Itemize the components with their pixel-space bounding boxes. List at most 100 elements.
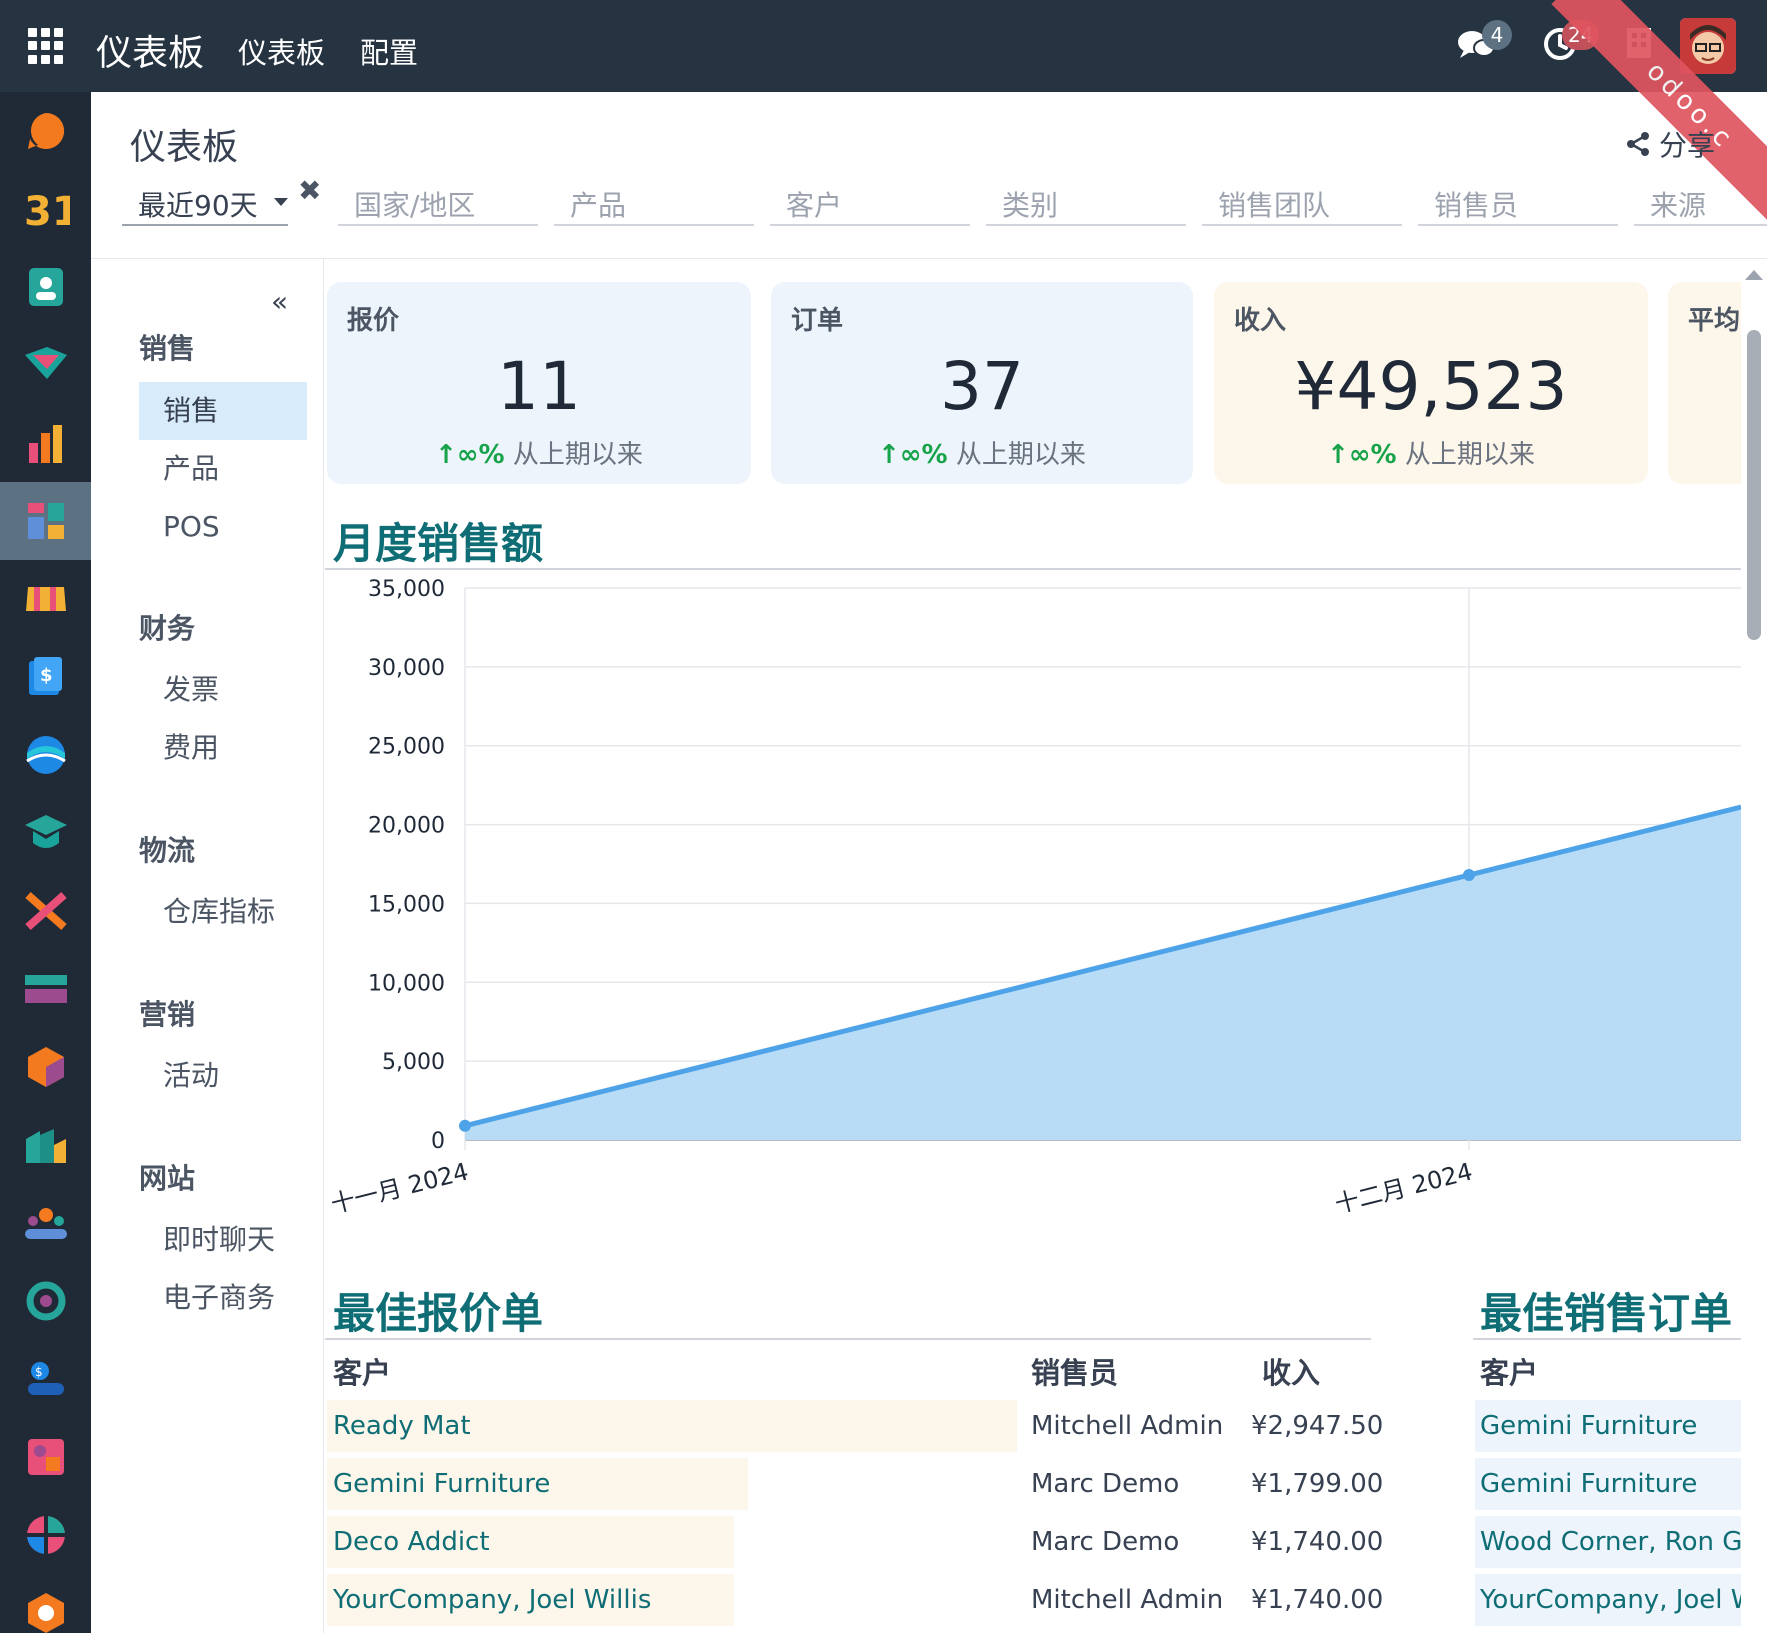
monthly-sales-title: 月度销售额 <box>333 519 544 568</box>
filter-customer[interactable]: 客户 <box>770 178 970 226</box>
order-customer-link[interactable]: Gemini Furniture <box>1480 1400 1697 1452</box>
filter-country[interactable]: 国家/地区 <box>338 178 538 226</box>
crm-app-icon[interactable] <box>0 326 91 404</box>
kpi-value: 11 <box>497 348 581 425</box>
manufacturing-app-icon[interactable] <box>0 1106 91 1184</box>
surveys-app-icon[interactable] <box>0 1262 91 1340</box>
quote-revenue: ¥2,947.50 <box>1251 1411 1384 1441</box>
header-divider <box>91 258 1767 259</box>
kpi-trend: ↑∞% 从上期以来 <box>878 440 1086 470</box>
elearning-app-icon[interactable] <box>0 794 91 872</box>
kpi-title: 收入 <box>1234 306 1287 336</box>
best-orders-title: 最佳销售订单 <box>1480 1289 1733 1338</box>
company-icon[interactable] <box>1624 26 1654 64</box>
expenses-app-icon[interactable] <box>0 872 91 950</box>
kpi-card-orders[interactable]: 订单 37 ↑∞% 从上期以来 <box>771 282 1193 484</box>
sales-app-icon[interactable] <box>0 404 91 482</box>
user-avatar[interactable] <box>1680 18 1736 74</box>
kpi-trend: ↑∞% 从上期以来 <box>1327 440 1535 470</box>
y-tick-label: 10,000 <box>368 971 445 996</box>
chart-x-axis: 十一月 2024 十二月 2024 <box>328 1157 1475 1218</box>
share-icon <box>1627 132 1649 156</box>
y-tick-label: 15,000 <box>368 892 445 917</box>
dashboards-app-icon[interactable] <box>0 482 91 560</box>
app-dock: 31 $ $ <box>0 92 91 1633</box>
order-customer-link[interactable]: Wood Corner, Ron Gibson <box>1480 1516 1741 1568</box>
kpi-title: 订单 <box>791 306 844 336</box>
calendar-app-icon[interactable]: 31 <box>0 170 91 248</box>
scroll-thumb[interactable] <box>1747 330 1761 640</box>
share-label: 分享 <box>1659 129 1716 162</box>
quote-customer-link[interactable]: Gemini Furniture <box>333 1458 550 1510</box>
collapse-sidebar-icon[interactable]: « <box>271 285 288 318</box>
nav-item-live-chat[interactable]: 即时聊天 <box>139 1211 307 1269</box>
nav-group-sales: 销售 <box>139 332 196 365</box>
col-salesperson: 销售员 <box>1031 1356 1119 1390</box>
nav-item-pos[interactable]: POS <box>139 498 307 556</box>
kpi-trend: ↑∞% 从上期以来 <box>435 440 643 470</box>
settings-app-icon[interactable] <box>0 1574 91 1633</box>
nav-item-products[interactable]: 产品 <box>139 440 307 498</box>
project-app-icon[interactable] <box>0 1496 91 1574</box>
y-tick-label: 30,000 <box>368 656 445 681</box>
nav-item-invoices[interactable]: 发票 <box>139 661 307 719</box>
discuss-app-icon[interactable] <box>0 92 91 170</box>
apps-menu-icon[interactable] <box>28 28 64 64</box>
filter-salesperson[interactable]: 销售员 <box>1418 178 1618 226</box>
quote-revenue: ¥1,740.00 <box>1251 1585 1384 1615</box>
section-divider <box>325 1338 1371 1340</box>
top-navbar: 仪表板 仪表板 配置 4 24 <box>0 0 1767 92</box>
invoicing-app-icon[interactable]: $ <box>0 638 91 716</box>
quote-customer-link[interactable]: Deco Addict <box>333 1516 490 1568</box>
employees-app-icon[interactable] <box>0 1184 91 1262</box>
order-customer-link[interactable]: YourCompany, Joel Willis <box>1480 1574 1741 1626</box>
nav-item-events[interactable]: 活动 <box>139 1047 307 1105</box>
kpi-card-average[interactable]: 平均 <box>1668 282 1741 484</box>
quote-salesperson: Mitchell Admin <box>1031 1585 1224 1615</box>
inventory-app-icon[interactable] <box>0 1028 91 1106</box>
data-point[interactable] <box>1463 869 1475 882</box>
y-tick-label: 20,000 <box>368 814 445 839</box>
nav-item-warehouse-metrics[interactable]: 仓库指标 <box>139 883 307 941</box>
app-brand[interactable]: 仪表板 <box>96 24 204 76</box>
menu-dashboard[interactable]: 仪表板 <box>238 30 325 72</box>
svg-text:$: $ <box>40 665 53 686</box>
payroll-app-icon[interactable]: $ <box>0 1340 91 1418</box>
filter-source[interactable]: 来源 <box>1634 178 1767 226</box>
clear-filter-icon[interactable]: ✖ <box>298 174 321 207</box>
filter-sales-team[interactable]: 销售团队 <box>1202 178 1402 226</box>
activities-badge: 24 <box>1562 20 1600 50</box>
nav-item-expenses[interactable]: 费用 <box>139 719 307 777</box>
quote-customer-link[interactable]: Ready Mat <box>333 1400 471 1452</box>
y-tick-label: 35,000 <box>368 577 445 602</box>
nav-item-ecommerce[interactable]: 电子商务 <box>139 1269 307 1327</box>
order-customer-link[interactable]: Gemini Furniture <box>1480 1458 1697 1510</box>
contacts-app-icon[interactable] <box>0 248 91 326</box>
data-point[interactable] <box>459 1119 471 1132</box>
kpi-card-revenue[interactable]: 收入 ¥49,523 ↑∞% 从上期以来 <box>1214 282 1648 484</box>
nav-item-sales[interactable]: 销售 <box>139 382 307 440</box>
quote-salesperson: Marc Demo <box>1031 1527 1180 1557</box>
col-customer: 客户 <box>333 1356 392 1390</box>
payments-app-icon[interactable] <box>0 950 91 1028</box>
page-title: 仪表板 <box>130 127 239 168</box>
filter-period[interactable]: 最近90天 <box>122 178 288 226</box>
nav-group-website: 网站 <box>139 1162 196 1195</box>
menu-configuration[interactable]: 配置 <box>360 30 418 72</box>
order-row: Gemini Furniture <box>1480 1458 1741 1510</box>
section-divider <box>1473 1338 1741 1340</box>
share-button[interactable]: 分享 <box>1625 124 1715 164</box>
accounting-app-icon[interactable] <box>0 716 91 794</box>
filter-product[interactable]: 产品 <box>554 178 754 226</box>
best-quotations-title: 最佳报价单 <box>333 1289 544 1338</box>
kpi-title: 报价 <box>347 306 400 336</box>
nav-group-logistics: 物流 <box>139 834 196 867</box>
recruitment-app-icon[interactable] <box>0 1418 91 1496</box>
quote-customer-link[interactable]: YourCompany, Joel Willis <box>333 1574 651 1626</box>
scrollbar[interactable] <box>1741 262 1767 1633</box>
chart-y-axis: 35,000 30,000 25,000 20,000 15,000 10,000 5,00… <box>368 577 445 1154</box>
pos-app-icon[interactable] <box>0 560 91 638</box>
kpi-card-quotations[interactable]: 报价 11 ↑∞% 从上期以来 <box>327 282 751 484</box>
scroll-up-icon[interactable] <box>1745 270 1763 280</box>
filter-category[interactable]: 类别 <box>986 178 1186 226</box>
